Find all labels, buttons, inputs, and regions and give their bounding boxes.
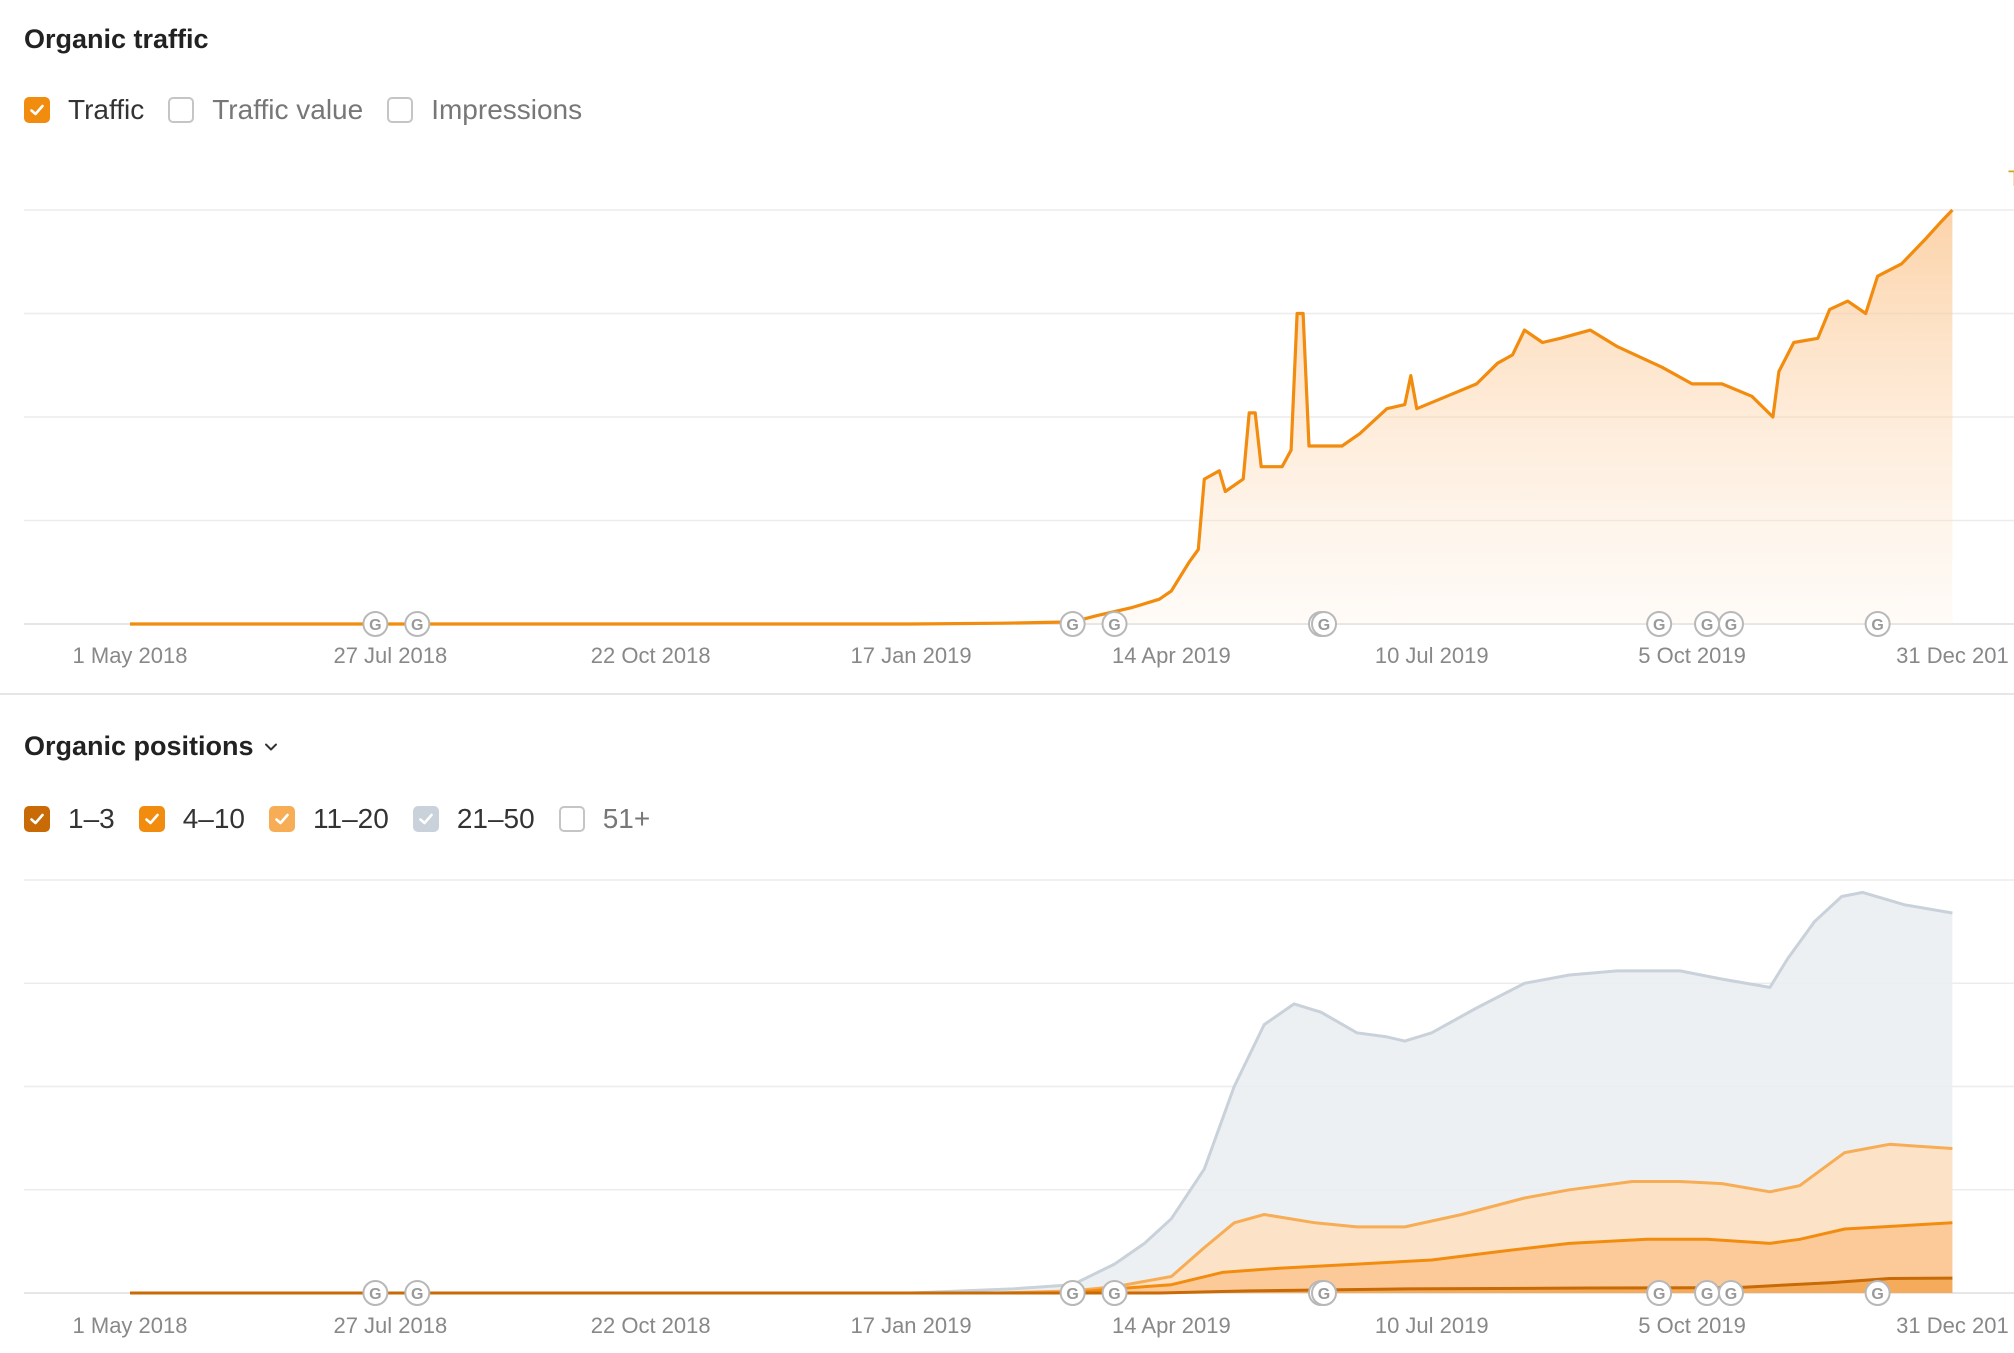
organic-traffic-panel: Organic traffic Traffic Traffic value Im… bbox=[0, 0, 2014, 693]
traffic-x-tick-label: 10 Jul 2019 bbox=[1375, 643, 1489, 668]
google-update-icon[interactable]: G bbox=[1059, 1280, 1086, 1306]
positions-x-tick-label: 22 Oct 2018 bbox=[591, 1313, 711, 1338]
google-update-icon[interactable]: G bbox=[1864, 611, 1891, 637]
google-update-icon[interactable]: G bbox=[404, 611, 431, 637]
google-update-icon[interactable]: G bbox=[1311, 611, 1338, 637]
google-update-icon[interactable]: G bbox=[1864, 1280, 1891, 1306]
organic-traffic-chart: 1 May 2018 27 Jul 2018 22 Oct 2018 17 Jan 2… bbox=[24, 166, 2014, 668]
positions-x-tick-label: 17 Jan 2019 bbox=[850, 1313, 971, 1338]
google-update-icon[interactable]: G bbox=[1717, 1280, 1744, 1306]
google-update-icon[interactable]: G bbox=[404, 1280, 431, 1306]
google-update-icon[interactable]: G bbox=[362, 611, 389, 637]
positions-x-tick-label: 27 Jul 2018 bbox=[333, 1313, 447, 1338]
organic-positions-panel: Organic positions 1–3 4–10 11–20 21–50 5… bbox=[0, 695, 2014, 1353]
google-update-icon[interactable]: G bbox=[1694, 1280, 1721, 1306]
positions-x-tick-label: 1 May 2018 bbox=[73, 1313, 188, 1338]
traffic-x-tick-label: 27 Jul 2018 bbox=[333, 643, 447, 668]
svg-text:G: G bbox=[1066, 617, 1078, 634]
organic-positions-chart: 1 May 2018 27 Jul 2018 22 Oct 2018 17 Jan 2… bbox=[24, 879, 2014, 1338]
traffic-x-tick-label: 22 Oct 2018 bbox=[591, 643, 711, 668]
svg-text:G: G bbox=[1871, 617, 1883, 634]
traffic-x-tick-label: 5 Oct 2019 bbox=[1638, 643, 1746, 668]
svg-text:G: G bbox=[1653, 617, 1665, 634]
google-update-icon[interactable]: G bbox=[1101, 611, 1128, 637]
google-update-icon[interactable]: G bbox=[1059, 611, 1086, 637]
svg-text:G: G bbox=[1108, 617, 1120, 634]
traffic-x-tick-label: 1 May 2018 bbox=[73, 643, 188, 668]
svg-text:G: G bbox=[1725, 617, 1737, 634]
traffic-x-tick-label: 31 Dec 201 bbox=[1896, 643, 2009, 668]
positions-x-tick-label: 31 Dec 201 bbox=[1896, 1313, 2009, 1338]
google-update-icon[interactable]: G bbox=[1311, 1280, 1338, 1306]
svg-text:G: G bbox=[1871, 1286, 1883, 1303]
svg-text:G: G bbox=[1108, 1286, 1120, 1303]
traffic-x-tick-label: 14 Apr 2019 bbox=[1112, 643, 1231, 668]
google-update-icon[interactable]: G bbox=[1694, 611, 1721, 637]
traffic-x-tick-label: 17 Jan 2019 bbox=[850, 643, 971, 668]
google-update-icon[interactable]: G bbox=[1101, 1280, 1128, 1306]
google-update-icon[interactable]: G bbox=[1717, 611, 1744, 637]
svg-text:G: G bbox=[411, 617, 423, 634]
svg-text:G: G bbox=[369, 617, 381, 634]
svg-text:G: G bbox=[369, 1286, 381, 1303]
svg-text:G: G bbox=[1701, 1286, 1713, 1303]
positions-x-tick-label: 5 Oct 2019 bbox=[1638, 1313, 1746, 1338]
positions-x-tick-label: 14 Apr 2019 bbox=[1112, 1313, 1231, 1338]
svg-text:G: G bbox=[1725, 1286, 1737, 1303]
google-update-icon[interactable]: G bbox=[362, 1280, 389, 1306]
google-update-icon[interactable]: G bbox=[1646, 1280, 1673, 1306]
positions-x-tick-label: 10 Jul 2019 bbox=[1375, 1313, 1489, 1338]
svg-text:G: G bbox=[1318, 1286, 1330, 1303]
svg-text:G: G bbox=[411, 1286, 423, 1303]
corner-marker: T bbox=[2008, 166, 2014, 191]
svg-text:G: G bbox=[1066, 1286, 1078, 1303]
svg-text:G: G bbox=[1318, 617, 1330, 634]
svg-text:G: G bbox=[1653, 1286, 1665, 1303]
google-update-icon[interactable]: G bbox=[1646, 611, 1673, 637]
svg-text:G: G bbox=[1701, 617, 1713, 634]
